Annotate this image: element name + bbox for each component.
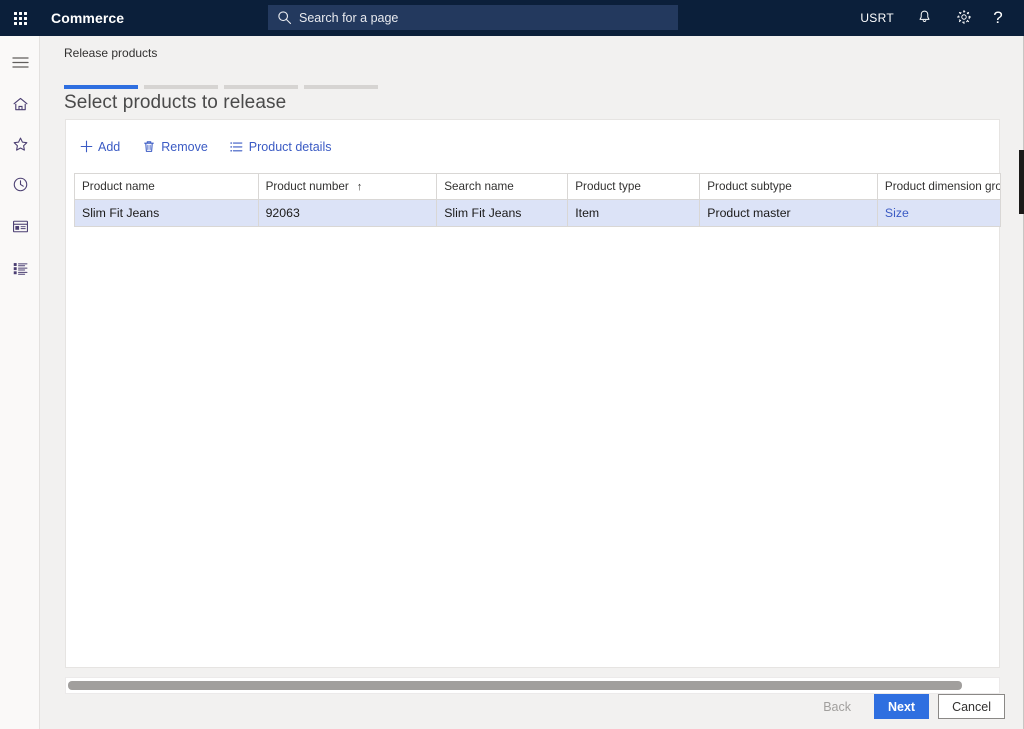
left-navigation-rail (0, 36, 40, 729)
remove-button[interactable]: Remove (140, 135, 210, 159)
cancel-button[interactable]: Cancel (938, 694, 1005, 719)
help-button[interactable]: ? (984, 0, 1024, 36)
star-icon (12, 136, 29, 152)
clock-icon (12, 176, 29, 193)
breadcrumb[interactable]: Release products (64, 46, 157, 60)
company-selector[interactable]: USRT (850, 0, 904, 36)
cell-product-dimension-group[interactable]: Size (878, 200, 1001, 226)
column-header-product-subtype[interactable]: Product subtype (700, 174, 878, 199)
page-title: Select products to release (64, 92, 286, 114)
column-header-label: Search name (444, 180, 514, 193)
table-header-row: Product name Product number ↑ Search nam… (75, 174, 1001, 200)
home-icon (12, 96, 29, 112)
add-button-label: Add (98, 140, 120, 154)
workspace-icon (12, 219, 29, 234)
wizard-step-indicator (64, 85, 378, 89)
hamburger-menu-icon (12, 56, 29, 69)
back-button: Back (809, 694, 865, 719)
column-header-search-name[interactable]: Search name (437, 174, 568, 199)
cell-product-name[interactable]: Slim Fit Jeans (75, 200, 259, 226)
wizard-step-1[interactable] (64, 85, 138, 89)
vertical-scrollbar-thumb[interactable] (1019, 150, 1024, 214)
wizard-step-4[interactable] (304, 85, 378, 89)
notifications-button[interactable] (904, 0, 944, 36)
sidebar-item-workspaces[interactable] (0, 209, 40, 243)
product-details-button-label: Product details (249, 140, 332, 154)
gear-icon (956, 9, 972, 28)
content-card: Add Remove (65, 119, 1000, 668)
products-grid: Product name Product number ↑ Search nam… (74, 173, 1001, 227)
search-placeholder-text: Search for a page (299, 11, 398, 25)
modules-list-icon (12, 261, 29, 276)
sidebar-item-navigation-menu[interactable] (0, 45, 40, 79)
horizontal-scrollbar[interactable] (65, 677, 1000, 694)
wizard-step-3[interactable] (224, 85, 298, 89)
sidebar-item-recent[interactable] (0, 167, 40, 201)
question-mark-icon: ? (993, 8, 1002, 28)
column-header-product-name[interactable]: Product name (75, 174, 259, 199)
wizard-step-2[interactable] (144, 85, 218, 89)
sidebar-item-favorites[interactable] (0, 127, 40, 161)
horizontal-scrollbar-thumb[interactable] (68, 681, 962, 690)
top-bar-actions: USRT ? (850, 0, 1024, 36)
app-brand-title[interactable]: Commerce (51, 10, 124, 26)
cell-search-name[interactable]: Slim Fit Jeans (437, 200, 568, 226)
search-input[interactable]: Search for a page (268, 5, 678, 30)
settings-button[interactable] (944, 0, 984, 36)
grid-toolbar: Add Remove (66, 120, 999, 173)
next-button[interactable]: Next (874, 694, 929, 719)
column-header-label: Product name (82, 180, 155, 193)
wizard-footer-actions: Back Next Cancel (809, 694, 1005, 719)
cell-product-number[interactable]: 92063 (259, 200, 438, 226)
details-list-icon (230, 140, 244, 154)
column-header-label: Product type (575, 180, 641, 193)
add-button[interactable]: Add (77, 135, 122, 159)
page-content-area: Release products Select products to rele… (41, 36, 1024, 729)
sidebar-item-modules[interactable] (0, 251, 40, 285)
column-header-label: Product subtype (707, 180, 791, 193)
sidebar-item-home[interactable] (0, 87, 40, 121)
trash-icon (142, 140, 156, 154)
bell-icon (917, 9, 932, 28)
search-icon (277, 10, 292, 25)
app-launcher-button[interactable] (0, 0, 40, 36)
plus-icon (79, 140, 93, 154)
table-row[interactable]: Slim Fit Jeans 92063 Slim Fit Jeans Item… (75, 200, 1001, 226)
sort-ascending-icon: ↑ (357, 181, 363, 193)
column-header-product-number[interactable]: Product number ↑ (259, 174, 438, 199)
column-header-label: Product dimension group (885, 180, 1001, 193)
product-details-button[interactable]: Product details (228, 135, 334, 159)
cell-product-subtype[interactable]: Product master (700, 200, 878, 226)
remove-button-label: Remove (161, 140, 208, 154)
top-navigation-bar: Commerce Search for a page USRT (0, 0, 1024, 36)
column-header-product-type[interactable]: Product type (568, 174, 700, 199)
column-header-label: Product number (266, 180, 349, 193)
waffle-icon (14, 12, 27, 25)
cell-product-type[interactable]: Item (568, 200, 700, 226)
column-header-product-dimension-group[interactable]: Product dimension group (878, 174, 1001, 199)
